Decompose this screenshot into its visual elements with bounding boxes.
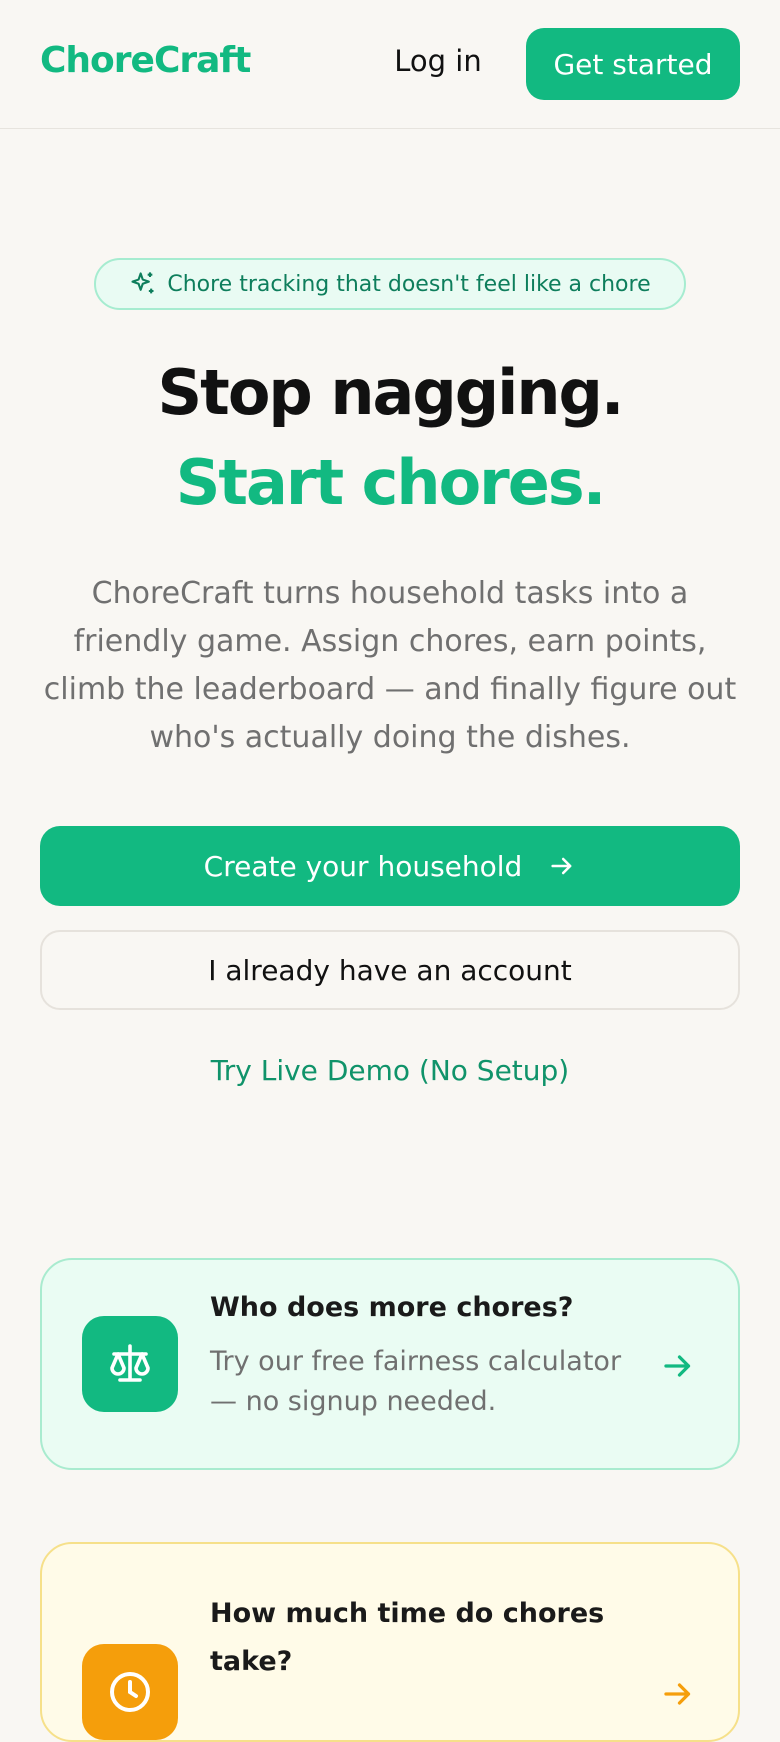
hero-badge-text: Chore tracking that doesn't feel like a … <box>167 271 651 297</box>
arrow-right-icon <box>551 857 572 875</box>
card-title: How much time do chores take? <box>210 1598 605 1677</box>
existing-account-button[interactable]: I already have an account <box>40 930 740 1010</box>
site-header: ChoreCraft Log in Get started <box>0 0 780 129</box>
card-title: Who does more chores? <box>210 1292 574 1323</box>
create-household-button[interactable]: Create your household <box>40 826 740 906</box>
time-calculator-card[interactable]: How much time do chores take? <box>40 1542 740 1742</box>
live-demo-link[interactable]: Try Live Demo (No Setup) <box>0 1054 780 1087</box>
hero-title-line2: Start chores. <box>175 446 607 519</box>
login-link[interactable]: Log in <box>386 44 490 78</box>
get-started-button[interactable]: Get started <box>526 28 740 100</box>
sparkles-icon <box>131 272 154 294</box>
arrow-right-icon <box>664 1355 691 1377</box>
fairness-calculator-card[interactable]: Who does more chores? Try our free fairn… <box>40 1258 740 1470</box>
card-icon-container <box>82 1644 178 1740</box>
arrow-right-icon <box>664 1683 691 1705</box>
card-icon-container <box>82 1316 178 1412</box>
scale-icon <box>110 1344 150 1382</box>
create-household-label: Create your household <box>203 849 523 883</box>
hero-badge: Chore tracking that doesn't feel like a … <box>94 258 686 310</box>
card-description: Try our free fairness calculator — no si… <box>210 1346 622 1417</box>
logo[interactable]: ChoreCraft <box>40 40 251 81</box>
clock-icon <box>110 1672 150 1712</box>
hero-title-line1: Stop nagging. <box>157 356 625 429</box>
hero-description: ChoreCraft turns household tasks into a … <box>43 576 737 755</box>
